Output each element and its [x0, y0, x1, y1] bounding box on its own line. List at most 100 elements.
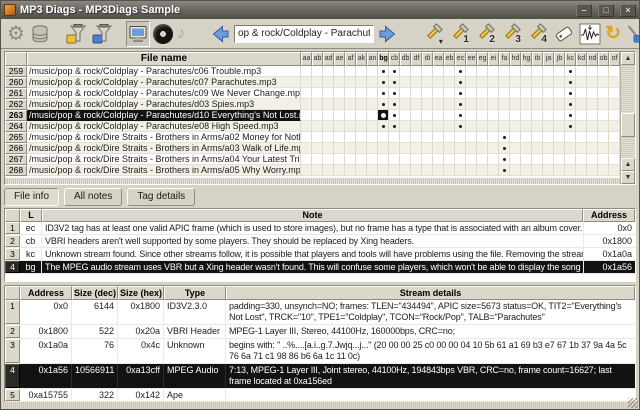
flag-cell-nd[interactable]: [587, 88, 598, 99]
transform-4-button[interactable]: 4: [526, 21, 550, 47]
flag-cell-jb[interactable]: [554, 66, 565, 77]
flag-cell-ak[interactable]: [356, 165, 367, 176]
flag-cell-eg[interactable]: [477, 77, 488, 88]
flag-cell-ae[interactable]: [334, 77, 345, 88]
flag-cell-ab[interactable]: [312, 77, 323, 88]
flag-cell-ad[interactable]: [323, 99, 334, 110]
flag-cell-aa[interactable]: [301, 99, 312, 110]
flag-cell-ea[interactable]: [433, 88, 444, 99]
flag-column-header-eg[interactable]: eg: [477, 52, 488, 66]
flag-cell-hd[interactable]: [510, 88, 521, 99]
file-row[interactable]: 260/music/pop & rock/Coldplay - Parachut…: [5, 77, 620, 88]
scrollbar-thumb[interactable]: [621, 113, 635, 137]
flag-cell-df[interactable]: [411, 132, 422, 143]
flag-cell-hg[interactable]: [521, 99, 532, 110]
note-row-number[interactable]: 2: [5, 235, 20, 247]
note-row-number[interactable]: 1: [5, 222, 20, 234]
flag-cell-ee[interactable]: [466, 143, 477, 154]
flag-cell-af[interactable]: [345, 66, 356, 77]
flag-cell-of[interactable]: [609, 110, 620, 121]
flag-cell-jb[interactable]: [554, 143, 565, 154]
note-label-header[interactable]: L: [20, 209, 42, 222]
flag-cell-ee[interactable]: [466, 165, 477, 176]
flag-cell-ab[interactable]: [312, 143, 323, 154]
flag-cell-ea[interactable]: [433, 121, 444, 132]
file-name-cell[interactable]: /music/pop & rock/Coldplay - Parachutes/…: [27, 77, 301, 88]
flag-cell-fa[interactable]: [499, 154, 510, 165]
albums-view-button[interactable]: [152, 21, 174, 47]
flag-column-header-ja[interactable]: ja: [543, 52, 554, 66]
flag-cell-hd[interactable]: [510, 77, 521, 88]
file-row[interactable]: 266/music/pop & rock/Dire Straits - Brot…: [5, 143, 620, 154]
flag-cell-di[interactable]: [422, 165, 433, 176]
flag-cell-ja[interactable]: [543, 154, 554, 165]
flag-cell-aa[interactable]: [301, 66, 312, 77]
horizontal-scrollbar[interactable]: [5, 178, 620, 184]
flag-cell-ec[interactable]: [455, 132, 466, 143]
flag-cell-nd[interactable]: [587, 110, 598, 121]
flag-cell-ae[interactable]: [334, 99, 345, 110]
flag-cell-cb[interactable]: [389, 77, 400, 88]
flag-cell-ec[interactable]: [455, 77, 466, 88]
flag-cell-ei[interactable]: [488, 143, 499, 154]
flag-column-header-df[interactable]: df: [411, 52, 422, 66]
flag-cell-of[interactable]: [609, 77, 620, 88]
flag-cell-eg[interactable]: [477, 66, 488, 77]
flag-cell-ab[interactable]: [312, 99, 323, 110]
flag-column-header-ei[interactable]: ei: [488, 52, 499, 66]
flag-cell-ja[interactable]: [543, 132, 554, 143]
flag-cell-ib[interactable]: [532, 88, 543, 99]
flag-cell-ib[interactable]: [532, 66, 543, 77]
flag-cell-ea[interactable]: [433, 154, 444, 165]
flag-cell-db[interactable]: [400, 77, 411, 88]
flag-cell-di[interactable]: [422, 121, 433, 132]
flag-cell-af[interactable]: [345, 88, 356, 99]
transform-1-button[interactable]: 1: [448, 21, 472, 47]
flag-cell-ja[interactable]: [543, 143, 554, 154]
flag-cell-ak[interactable]: [356, 143, 367, 154]
flag-cell-kc[interactable]: [565, 88, 576, 99]
flag-cell-ib[interactable]: [532, 154, 543, 165]
flag-cell-ae[interactable]: [334, 110, 345, 121]
flag-cell-ob[interactable]: [598, 110, 609, 121]
flag-cell-fa[interactable]: [499, 121, 510, 132]
flag-cell-hg[interactable]: [521, 88, 532, 99]
file-row-number[interactable]: 259: [5, 66, 27, 77]
flag-cell-kd[interactable]: [576, 77, 587, 88]
flag-column-header-of[interactable]: of: [609, 52, 620, 66]
flag-cell-ec[interactable]: [455, 88, 466, 99]
flag-cell-fa[interactable]: [499, 66, 510, 77]
flag-cell-nd[interactable]: [587, 154, 598, 165]
file-row-number[interactable]: 267: [5, 154, 27, 165]
flag-cell-ad[interactable]: [323, 77, 334, 88]
flag-cell-ab[interactable]: [312, 154, 323, 165]
sessions-button[interactable]: [28, 21, 52, 47]
file-row[interactable]: 267/music/pop & rock/Dire Straits - Brot…: [5, 154, 620, 165]
scrollbar-trough[interactable]: [621, 65, 635, 158]
flag-cell-of[interactable]: [609, 88, 620, 99]
flag-cell-ab[interactable]: [312, 66, 323, 77]
flag-cell-ec[interactable]: [455, 165, 466, 176]
flag-cell-df[interactable]: [411, 66, 422, 77]
flag-cell-nd[interactable]: [587, 132, 598, 143]
flag-cell-df[interactable]: [411, 88, 422, 99]
file-name-cell[interactable]: /music/pop & rock/Coldplay - Parachutes/…: [27, 121, 301, 132]
flag-cell-aa[interactable]: [301, 77, 312, 88]
flag-cell-cb[interactable]: [389, 154, 400, 165]
flag-cell-di[interactable]: [422, 132, 433, 143]
flag-cell-df[interactable]: [411, 77, 422, 88]
flag-cell-kc[interactable]: [565, 66, 576, 77]
flag-cell-ea[interactable]: [433, 110, 444, 121]
flag-cell-ob[interactable]: [598, 66, 609, 77]
flag-cell-ea[interactable]: [433, 143, 444, 154]
flag-cell-fa[interactable]: [499, 99, 510, 110]
flag-cell-df[interactable]: [411, 99, 422, 110]
flag-cell-db[interactable]: [400, 132, 411, 143]
previous-album-button[interactable]: [208, 21, 232, 47]
flag-cell-nd[interactable]: [587, 143, 598, 154]
stream-row[interactable]: 50xa157553220x142Ape: [5, 389, 635, 402]
flag-cell-ei[interactable]: [488, 77, 499, 88]
flag-cell-nd[interactable]: [587, 66, 598, 77]
flag-cell-di[interactable]: [422, 143, 433, 154]
flag-cell-di[interactable]: [422, 77, 433, 88]
